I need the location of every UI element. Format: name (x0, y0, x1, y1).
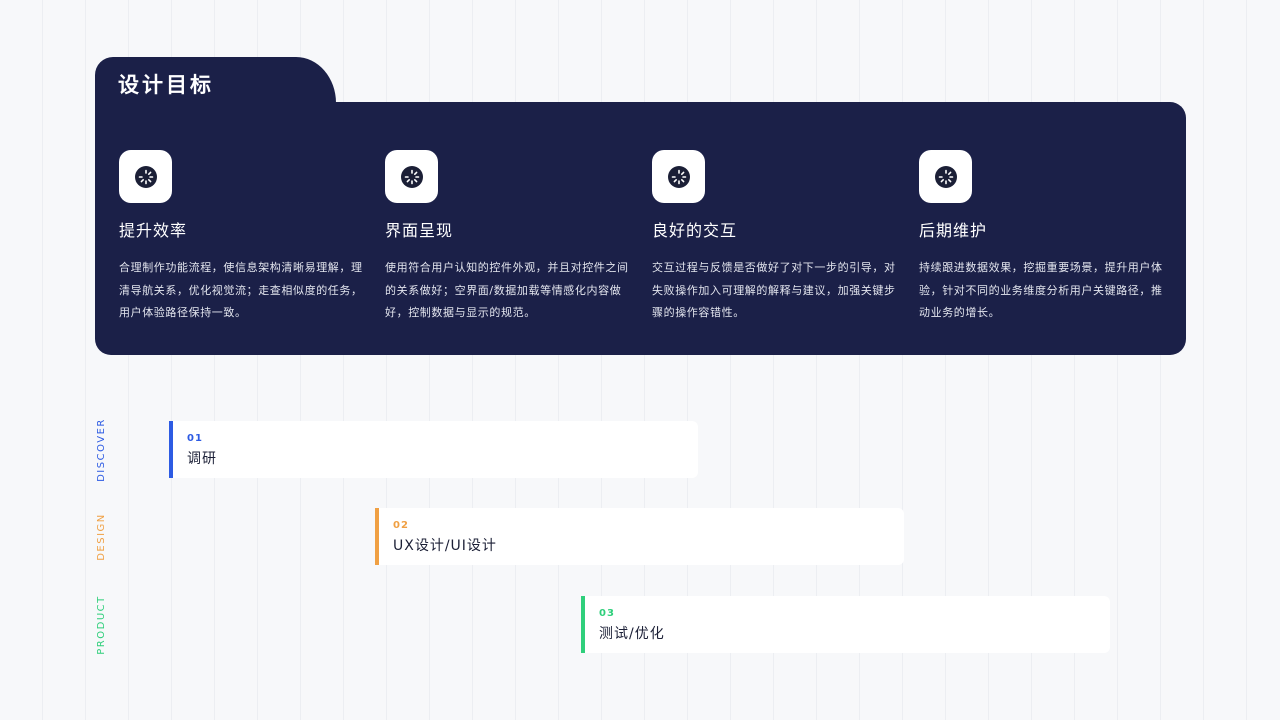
goal-card-interaction: 良好的交互 交互过程与反馈是否做好了对下一步的引导，对失败操作加入可理解的解释与… (652, 150, 897, 325)
goal-description: 交互过程与反馈是否做好了对下一步的引导，对失败操作加入可理解的解释与建议，加强关… (652, 261, 896, 319)
step-name: 调研 (187, 451, 217, 467)
phase-color-bar (375, 508, 379, 565)
goal-description: 合理制作功能流程，使信息架构清晰易理解，理清导航关系，优化视觉流；走查相似度的任… (119, 261, 363, 319)
goals-section-title: 设计目标 (118, 73, 214, 97)
goal-icon-container (385, 150, 438, 203)
goal-icon-container (652, 150, 705, 203)
step-number: 03 (599, 608, 615, 619)
goal-title: 后期维护 (919, 221, 988, 240)
loading-spinner-icon (400, 165, 423, 188)
goal-title: 良好的交互 (652, 221, 738, 240)
step-name: 测试/优化 (599, 626, 665, 642)
goal-card-presentation: 界面呈现 使用符合用户认知的控件外观，并且对控件之间的关系做好；空界面/数据加载… (385, 150, 630, 325)
goal-card-efficiency: 提升效率 合理制作功能流程，使信息架构清晰易理解，理清导航关系，优化视觉流；走查… (119, 150, 364, 325)
timeline-card-design: 02 UX设计/UI设计 (375, 508, 904, 565)
phase-label-text: DESIGN (96, 513, 107, 561)
goal-icon-container (919, 150, 972, 203)
phase-label-text: DISCOVER (96, 418, 107, 482)
phase-color-bar (581, 596, 585, 653)
timeline-card-testing: 03 测试/优化 (581, 596, 1110, 653)
timeline-card-research: 01 调研 (169, 421, 698, 478)
step-name: UX设计/UI设计 (393, 538, 497, 554)
loading-spinner-icon (934, 165, 957, 188)
phase-label-text: PRODUCT (96, 595, 107, 655)
goal-icon-container (119, 150, 172, 203)
loading-spinner-icon (134, 165, 157, 188)
phase-color-bar (169, 421, 173, 478)
loading-spinner-icon (667, 165, 690, 188)
goal-title: 提升效率 (119, 221, 188, 240)
goal-card-maintenance: 后期维护 持续跟进数据效果，挖掘重要场景，提升用户体验，针对不同的业务维度分析用… (919, 150, 1164, 325)
step-number: 01 (187, 433, 203, 444)
step-number: 02 (393, 520, 409, 531)
goal-description: 使用符合用户认知的控件外观，并且对控件之间的关系做好；空界面/数据加载等情感化内… (385, 261, 629, 319)
goal-description: 持续跟进数据效果，挖掘重要场景，提升用户体验，针对不同的业务维度分析用户关键路径… (919, 261, 1163, 319)
goal-title: 界面呈现 (385, 221, 454, 240)
goals-panel: 提升效率 合理制作功能流程，使信息架构清晰易理解，理清导航关系，优化视觉流；走查… (95, 102, 1186, 355)
